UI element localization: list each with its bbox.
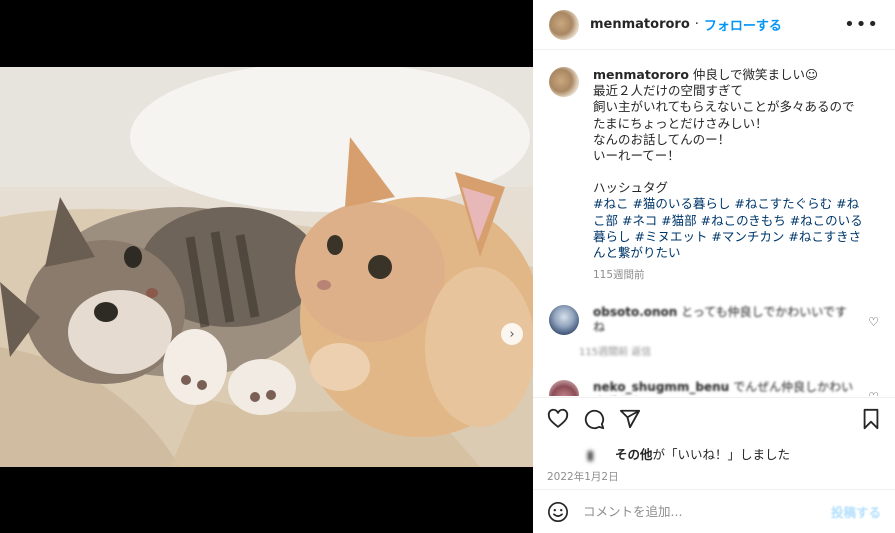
comment-item: neko_shugmm_benu でんぜん仲良しかわいすぎます ♡: [549, 380, 879, 396]
post-sidebar: menmatororo · フォローする ••• menmatororo 仲良し…: [533, 0, 895, 533]
heart-icon[interactable]: ♡: [868, 390, 879, 396]
cats-illustration: [0, 67, 533, 467]
heart-icon[interactable]: [547, 408, 569, 430]
heart-icon[interactable]: ♡: [868, 315, 879, 329]
add-comment-bar: 投稿する: [533, 489, 895, 533]
emoji-icon[interactable]: [547, 501, 569, 523]
hashtag-links[interactable]: #ねこ #猫のいる暮らし #ねこすたぐらむ #ねこ部 #ネコ #猫部 #ねこのき…: [593, 196, 871, 261]
caption-line: なんのお話してんのー！: [593, 131, 731, 147]
avatar[interactable]: [549, 9, 579, 40]
post-caption: menmatororo 仲良しで微笑ましい☺ 最近２人だけの空間すぎて 飼い主が…: [549, 67, 879, 283]
caption-timestamp[interactable]: 115週間前: [593, 267, 871, 283]
caption-line: 仲良しで微笑ましい☺: [692, 67, 819, 82]
caption-line: 飼い主がいれてもらえないことが多々あるので: [593, 99, 855, 115]
follow-button[interactable]: フォローする: [704, 15, 782, 34]
post-media: ›: [0, 0, 533, 533]
comment-input[interactable]: [583, 504, 831, 519]
caption-line: 最近２人だけの空間すぎて: [593, 83, 744, 99]
caption-line: たまにちょっとだけさみしい！: [593, 115, 768, 131]
username-link[interactable]: menmatororo: [590, 17, 690, 32]
share-icon[interactable]: [619, 408, 641, 430]
separator: ·: [694, 17, 699, 32]
chevron-right-icon: ›: [509, 326, 515, 342]
comment-meta[interactable]: 115週間前 返信: [579, 343, 855, 358]
post-comment-button[interactable]: 投稿する: [831, 502, 881, 521]
carousel-next-button[interactable]: ›: [501, 323, 523, 345]
caption-username[interactable]: menmatororo: [593, 67, 689, 82]
bookmark-icon[interactable]: [861, 408, 881, 430]
post-actions: その他が「いいね！」しました 2022年1月2日: [533, 397, 895, 484]
hashtag-heading: ハッシュタグ: [593, 180, 669, 196]
liker-name-blurred[interactable]: [565, 450, 611, 461]
avatar[interactable]: [549, 67, 579, 97]
more-horizontal-icon[interactable]: •••: [844, 14, 879, 35]
avatar[interactable]: [549, 380, 579, 396]
comment-username[interactable]: neko_shugmm_benu: [593, 380, 729, 394]
likes-summary[interactable]: その他が「いいね！」しました: [547, 444, 881, 463]
comment-icon[interactable]: [583, 408, 605, 430]
post-header: menmatororo · フォローする •••: [533, 0, 895, 50]
comment-item: obsoto.onon とっても仲良しでかわいいですね 115週間前 返信 ♡: [549, 305, 879, 358]
post-date[interactable]: 2022年1月2日: [547, 469, 881, 484]
likes-suffix: が「いいね！」しました: [652, 447, 791, 462]
caption-line: いーれーてー！: [593, 148, 680, 164]
likes-others[interactable]: その他: [615, 447, 653, 462]
comments-section[interactable]: menmatororo 仲良しで微笑ましい☺ 最近２人だけの空間すぎて 飼い主が…: [533, 51, 895, 396]
avatar[interactable]: [549, 305, 579, 336]
comment-username[interactable]: obsoto.onon: [593, 305, 677, 319]
cat-photo[interactable]: ›: [0, 67, 533, 467]
